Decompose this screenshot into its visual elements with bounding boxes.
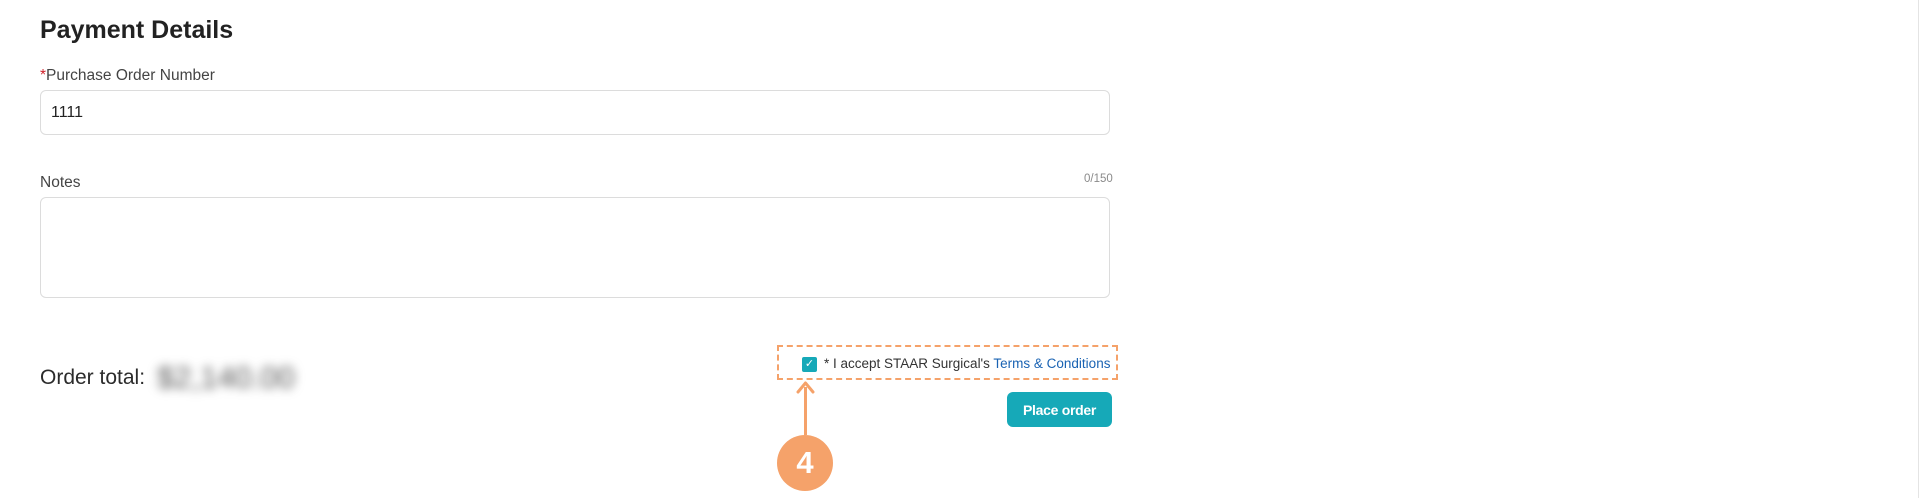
terms-prefix: * I accept STAAR Surgical's [824, 356, 990, 371]
terms-link[interactable]: Terms & Conditions [993, 356, 1110, 371]
notes-char-counter: 0/150 [1084, 173, 1113, 185]
po-number-label: *Purchase Order Number [40, 67, 215, 85]
callout-line [804, 387, 807, 435]
page-title: Payment Details [40, 16, 234, 44]
terms-checkbox[interactable]: ✓ [802, 357, 817, 372]
notes-label: Notes [40, 174, 81, 191]
page-right-border [1918, 0, 1919, 498]
step-number-badge: 4 [777, 435, 833, 491]
notes-textarea[interactable] [40, 197, 1110, 298]
po-number-value: 1111 [51, 104, 84, 121]
po-number-input[interactable]: 1111 [40, 90, 1110, 135]
order-total-label: Order total: [40, 366, 146, 389]
order-total-amount: $2,140.00 [157, 360, 295, 395]
checkmark-icon: ✓ [804, 358, 815, 370]
po-number-label-text: Purchase Order Number [46, 67, 215, 84]
terms-highlight-box: ✓ * I accept STAAR Surgical's Terms & Co… [777, 345, 1118, 380]
place-order-button[interactable]: Place order [1007, 392, 1112, 427]
terms-text: * I accept STAAR Surgical's Terms & Cond… [824, 356, 1110, 371]
